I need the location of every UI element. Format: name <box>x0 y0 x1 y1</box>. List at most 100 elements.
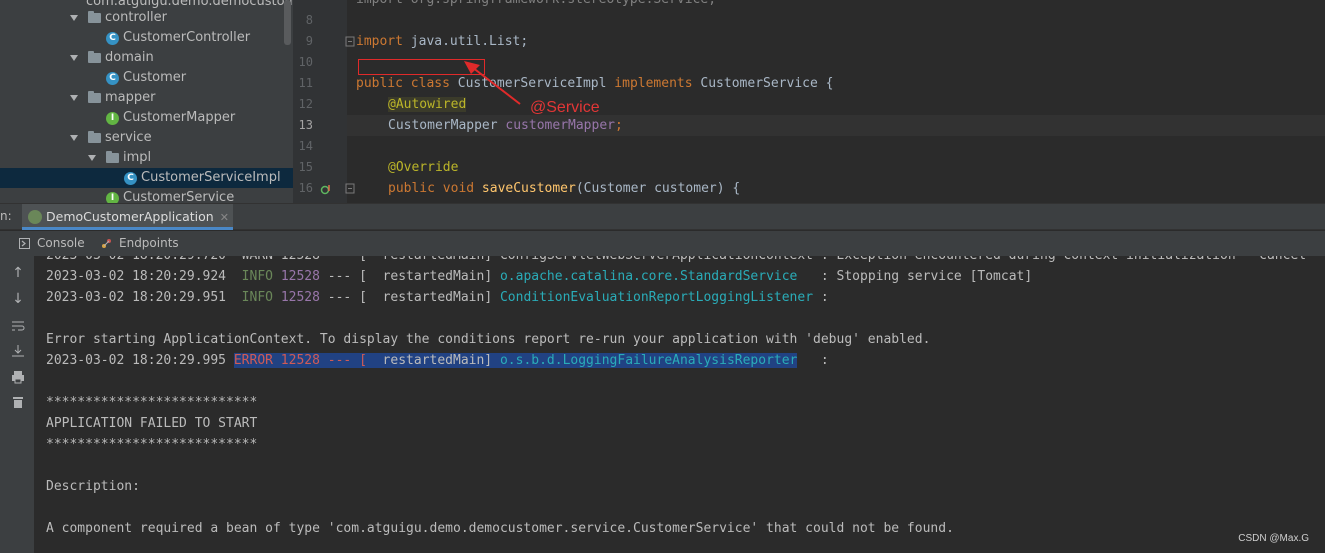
scroll-down-icon[interactable]: ↓ <box>10 291 26 307</box>
log-thread: --- [ restartedMain] <box>319 290 500 305</box>
folder-icon <box>88 131 101 143</box>
soft-wrap-icon[interactable] <box>10 318 26 334</box>
run-tool-window-tabs: n: DemoCustomerApplication ✕ <box>0 203 1325 230</box>
run-tab-democustomerapplication[interactable]: DemoCustomerApplication ✕ <box>22 204 233 230</box>
tab-console[interactable]: Console <box>17 231 85 256</box>
tree-item-label: Customer <box>123 70 187 85</box>
log-logger: o.s.b.d.LoggingFailureAnalysisReporter <box>499 353 798 368</box>
chevron-down-icon[interactable] <box>70 95 78 101</box>
tree-item-label: service <box>105 130 152 145</box>
fold-icon[interactable] <box>345 36 355 48</box>
annotation-arrow-icon <box>464 61 521 105</box>
folder-icon <box>88 91 101 103</box>
run-label: n: <box>0 209 12 223</box>
console-subtabs: Console Endpoints <box>0 231 1325 256</box>
log-timestamp: 2023-03-02 18:20:29.924 <box>46 269 227 284</box>
fold-icon[interactable] <box>345 183 355 195</box>
line-number: 12 <box>298 97 313 111</box>
active-tab-indicator <box>22 227 233 230</box>
endpoints-icon <box>102 239 111 248</box>
scroll-up-icon[interactable]: ↑ <box>10 265 26 281</box>
log-level: INFO <box>241 290 273 305</box>
semicolon: ; <box>614 118 623 133</box>
close-icon[interactable]: ✕ <box>220 211 229 224</box>
tree-item-customermapper[interactable]: I CustomerMapper <box>0 108 293 128</box>
implements-gutter-icon[interactable] <box>320 183 332 195</box>
line-number: 9 <box>305 34 313 48</box>
log-thread: restartedMain] <box>366 353 500 368</box>
line-number: 11 <box>298 76 313 90</box>
keyword: public void <box>388 181 475 196</box>
tree-item-customerservice[interactable]: I CustomerService <box>0 188 293 203</box>
run-tab-label: DemoCustomerApplication <box>46 209 214 224</box>
log-timestamp: 2023-03-02 18:20:29.995 <box>46 353 234 368</box>
chevron-down-icon[interactable] <box>88 155 96 161</box>
class-icon: C <box>106 32 119 45</box>
console-line: APPLICATION FAILED TO START <box>46 416 258 431</box>
editor-gutter: 8 9 10 11 12 13 14 15 16 <box>293 0 355 203</box>
code-line-9: import java.util.List; <box>356 31 528 52</box>
chevron-down-icon[interactable] <box>70 15 78 21</box>
line-number: 14 <box>298 139 313 153</box>
tree-item-customer[interactable]: C Customer <box>0 68 293 88</box>
code-text: (Customer customer) { <box>575 181 741 196</box>
interface-icon: I <box>106 112 119 125</box>
keyword: implements <box>614 76 693 91</box>
tree-item-impl[interactable]: impl <box>0 148 293 168</box>
code-editor[interactable]: 8 9 10 11 12 13 14 15 16 import org.spri… <box>293 0 1325 203</box>
tab-label: Endpoints <box>119 236 179 250</box>
tree-item-service[interactable]: service <box>0 128 293 148</box>
trash-icon[interactable] <box>10 394 26 410</box>
code-line-13: CustomerMapper customerMapper; <box>388 115 623 136</box>
spring-boot-icon <box>28 210 42 224</box>
console-line: Description: <box>46 479 140 494</box>
annotation: @Autowired <box>388 97 467 112</box>
project-tree[interactable]: com.atguigu.demo.democustomer controller… <box>0 0 293 203</box>
type-name: CustomerMapper <box>388 118 506 133</box>
log-message: : Stopping service [Tomcat] <box>797 269 1033 284</box>
tree-item-label: CustomerMapper <box>123 110 236 125</box>
log-level: ERROR 12528 --- [ <box>233 353 367 368</box>
code-line-12: @Autowired <box>388 94 467 115</box>
chevron-down-icon[interactable] <box>70 55 78 61</box>
code-line-15: @Override <box>388 157 458 178</box>
log-level: INFO <box>241 269 273 284</box>
watermark: CSDN @Max.G <box>1238 533 1309 544</box>
print-icon[interactable] <box>10 369 26 385</box>
log-thread: --- [ restartedMain] <box>319 269 500 284</box>
log-message: : <box>797 353 829 368</box>
class-icon: C <box>124 172 137 185</box>
tab-label: Console <box>37 236 85 250</box>
tab-endpoints[interactable]: Endpoints <box>99 231 179 256</box>
tree-item-label: CustomerController <box>123 30 251 45</box>
tree-item-domain[interactable]: domain <box>0 48 293 68</box>
tree-item-customerserviceimpl[interactable]: C CustomerServiceImpl <box>0 168 293 188</box>
log-logger: ConditionEvaluationReportLoggingListener <box>499 290 814 305</box>
line-number: 16 <box>298 181 313 195</box>
tree-item-label: mapper <box>105 90 156 105</box>
log-logger: o.apache.catalina.core.StandardService <box>499 269 798 284</box>
log-message: : <box>813 290 829 305</box>
tree-item-mapper[interactable]: mapper <box>0 88 293 108</box>
tree-item-customercontroller[interactable]: C CustomerController <box>0 28 293 48</box>
log-pid: 12528 <box>280 269 320 284</box>
code-line-16: public void saveCustomer(Customer custom… <box>388 178 740 199</box>
scroll-to-end-icon[interactable] <box>10 343 26 359</box>
tree-item-controller[interactable]: controller <box>0 8 293 28</box>
annotation-note: @Service <box>530 99 600 116</box>
tree-item-label: CustomerService <box>123 190 235 203</box>
folder-icon <box>88 51 101 63</box>
code-line-11: public class CustomerServiceImpl impleme… <box>356 73 833 94</box>
tree-item-label: impl <box>123 150 152 165</box>
field-name: customerMapper <box>505 118 615 133</box>
tree-scrollbar[interactable] <box>284 0 291 45</box>
console-output[interactable]: 2023-03-02 18:20:29.720 WARN 12528 --- [… <box>34 256 1325 553</box>
annotation: @Override <box>388 160 459 175</box>
folder-icon <box>88 11 101 23</box>
method-name: saveCustomer <box>474 181 576 196</box>
chevron-down-icon[interactable] <box>70 135 78 141</box>
code-text: java.util.List; <box>402 34 529 49</box>
line-number-current: 13 <box>298 118 313 132</box>
tree-item-label: CustomerServiceImpl <box>141 170 281 185</box>
console-icon <box>19 238 30 249</box>
